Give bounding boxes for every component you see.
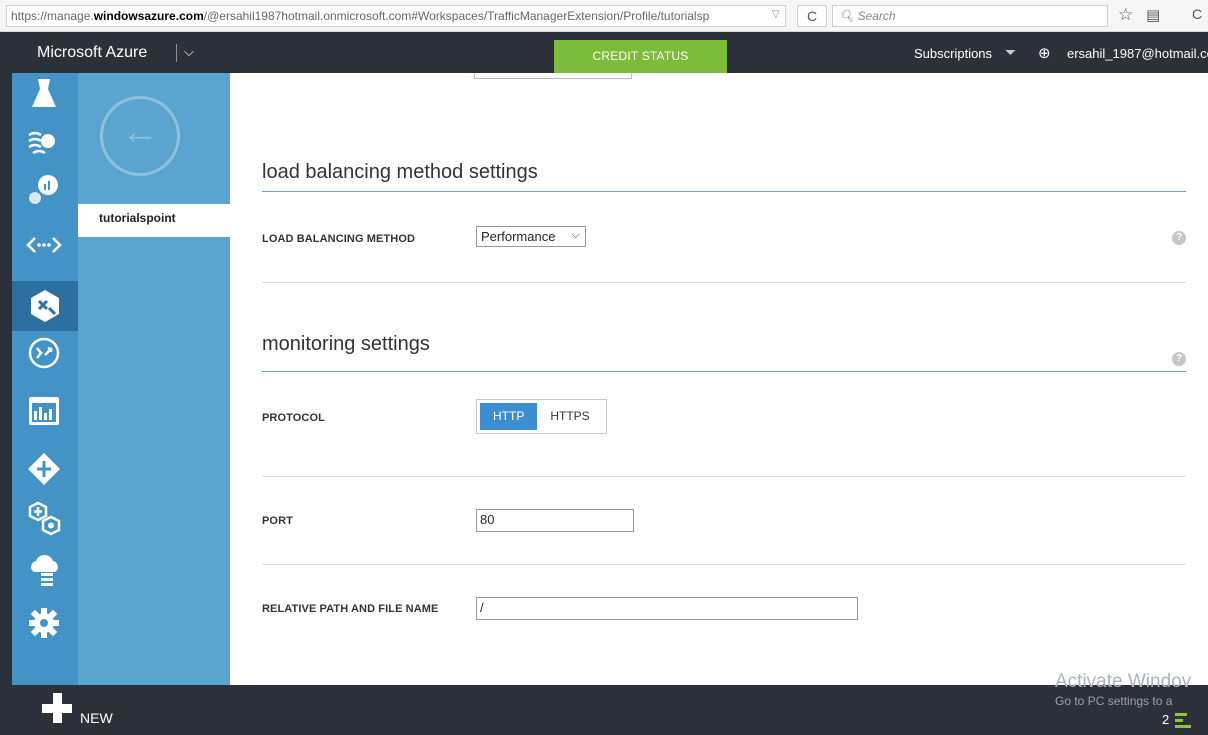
activate-windows-hint: Go to PC settings to a <box>1055 694 1173 708</box>
gear-wave-icon[interactable] <box>26 125 62 161</box>
brand-title[interactable]: Microsoft Azure <box>37 44 147 62</box>
divider <box>262 564 1186 565</box>
code-arrows-icon[interactable] <box>26 227 62 263</box>
profile-item-tutorialspoint[interactable]: tutorialspoint <box>78 204 230 237</box>
protocol-label: PROTOCOL <box>262 412 325 424</box>
back-button[interactable]: ← <box>100 96 180 176</box>
notification-count[interactable]: 2 <box>1162 712 1169 727</box>
network-icon[interactable] <box>26 451 62 487</box>
divider <box>262 282 1186 283</box>
chevron-down-icon[interactable]: ⌵ <box>184 44 194 60</box>
lb-method-label: LOAD BALANCING METHOD <box>262 233 416 245</box>
plus-icon[interactable] <box>42 693 72 723</box>
browser-toolbar: https://manage.windowsazure.com/@ersahil… <box>0 0 1208 32</box>
reload-button[interactable]: C <box>797 5 827 27</box>
flask-icon[interactable] <box>26 75 62 111</box>
search-input[interactable]: 🔍︎ Search <box>832 5 1108 27</box>
settings-icon[interactable] <box>26 605 62 641</box>
window-left-edge <box>0 32 12 735</box>
analytics-icon[interactable] <box>26 171 62 207</box>
lb-section-rule <box>262 191 1186 192</box>
bookmark-star-icon[interactable]: ☆ <box>1118 5 1133 25</box>
azure-header: Microsoft Azure ⌵ CREDIT STATUS Subscrip… <box>0 32 1208 73</box>
progress-bars-icon[interactable] <box>1175 713 1191 729</box>
divider <box>262 476 1186 477</box>
hexagon-add-icon[interactable] <box>26 501 62 537</box>
help-icon[interactable]: ? <box>1172 352 1186 366</box>
new-button[interactable]: NEW <box>80 710 113 726</box>
protocol-http-button[interactable]: HTTP <box>480 403 538 430</box>
dashboard-icon[interactable] <box>26 393 62 429</box>
service-nav <box>12 73 78 685</box>
subscriptions-link[interactable]: Subscriptions <box>914 46 992 61</box>
chevron-down-icon: ⌵ <box>571 229 580 241</box>
previous-field-stub <box>474 73 632 79</box>
address-dropdown-icon[interactable]: ▽ <box>772 9 780 20</box>
lb-method-select[interactable]: Performance ⌵ <box>476 226 586 247</box>
user-account[interactable]: ersahil_1987@hotmail.co <box>1067 46 1208 61</box>
browser-menu-icon[interactable]: C <box>1192 6 1202 22</box>
lb-section-title: load balancing method settings <box>262 161 538 183</box>
relative-path-label: RELATIVE PATH AND FILE NAME <box>262 603 439 615</box>
monitoring-section-title: monitoring settings <box>262 333 430 355</box>
globe-icon[interactable]: ⊕ <box>1038 44 1051 62</box>
traffic-manager-icon[interactable] <box>12 281 78 331</box>
address-bar[interactable]: https://manage.windowsazure.com/@ersahil… <box>6 5 786 27</box>
protocol-https-button[interactable]: HTTPS <box>537 403 603 430</box>
credit-status-button[interactable]: CREDIT STATUS <box>554 40 727 73</box>
command-bar: NEW Activate Windov Go to PC settings to… <box>12 671 1208 735</box>
reload-icon: C <box>806 8 818 24</box>
reader-view-icon[interactable]: ▤ <box>1146 6 1160 24</box>
main-content: load balancing method settings LOAD BALA… <box>230 73 1208 685</box>
filter-icon[interactable]: ⏷ <box>1005 44 1016 61</box>
cloud-service-icon[interactable] <box>26 551 62 587</box>
monitoring-section-rule <box>262 371 1186 372</box>
back-arrow-icon: ← <box>121 111 159 153</box>
help-icon[interactable]: ? <box>1172 231 1186 245</box>
relative-path-input[interactable]: / <box>476 597 858 620</box>
header-divider <box>176 44 177 62</box>
connection-icon[interactable] <box>26 335 62 371</box>
port-label: PORT <box>262 515 293 527</box>
port-input[interactable]: 80 <box>476 509 634 532</box>
protocol-toggle: HTTP HTTPS <box>476 399 607 434</box>
activate-windows-watermark: Activate Windov <box>1055 671 1192 692</box>
profile-nav: ← tutorialspoint <box>78 73 230 685</box>
